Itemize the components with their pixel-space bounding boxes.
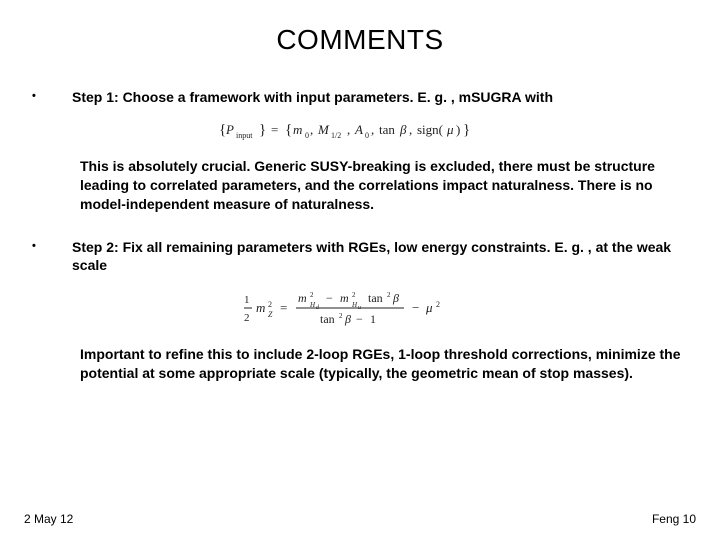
svg-text:1: 1 (244, 294, 250, 306)
footer-attribution: Feng 10 (652, 512, 696, 526)
svg-text:2: 2 (387, 291, 391, 299)
svg-text:P: P (225, 122, 234, 137)
svg-text:2: 2 (436, 300, 440, 309)
svg-text:Z: Z (268, 310, 273, 319)
svg-text:tan: tan (320, 312, 335, 326)
svg-text:−: − (412, 300, 419, 315)
svg-text:}: } (259, 122, 266, 138)
svg-text:,: , (409, 122, 412, 137)
svg-text:2: 2 (339, 312, 343, 320)
footer-date: 2 May 12 (24, 512, 73, 526)
svg-text:1/2: 1/2 (331, 131, 341, 140)
step2-text: Step 2: Fix all remaining parameters wit… (72, 238, 696, 276)
svg-text:=: = (271, 122, 278, 137)
svg-text:β: β (399, 122, 407, 137)
svg-text:tan: tan (379, 122, 395, 137)
svg-text:2: 2 (268, 300, 272, 309)
svg-text:1: 1 (370, 312, 376, 326)
svg-text:0: 0 (305, 131, 309, 140)
list-item: • Step 2: Fix all remaining parameters w… (32, 238, 696, 276)
slide-title: COMMENTS (24, 24, 696, 56)
svg-text:tan: tan (368, 291, 383, 305)
svg-text:{: { (285, 122, 292, 138)
svg-text:m: m (293, 122, 302, 137)
svg-text:m: m (298, 291, 307, 305)
paragraph-1: This is absolutely crucial. Generic SUSY… (80, 157, 696, 214)
svg-text:sign(: sign( (417, 122, 443, 137)
list-item: • Step 1: Choose a framework with input … (32, 88, 696, 107)
bullet-list: • Step 1: Choose a framework with input … (24, 88, 696, 383)
paragraph-2: Important to refine this to include 2-lo… (80, 345, 696, 383)
svg-text:μ: μ (425, 300, 433, 315)
svg-text:2: 2 (244, 312, 250, 324)
svg-text:μ: μ (446, 122, 454, 137)
equation-2: 1 2 m 2 Z = m 2 H d − m 2 H u tan (32, 285, 696, 331)
svg-text:2: 2 (310, 291, 314, 299)
svg-text:M: M (317, 122, 330, 137)
svg-text:,: , (347, 122, 350, 137)
slide-footer: 2 May 12 Feng 10 (24, 512, 696, 526)
bullet-marker: • (32, 88, 72, 102)
svg-text:=: = (280, 300, 287, 315)
svg-text:A: A (354, 122, 363, 137)
svg-text:β: β (344, 312, 351, 326)
svg-text:m: m (256, 300, 265, 315)
svg-text:−: − (326, 291, 333, 305)
svg-text:m: m (340, 291, 349, 305)
svg-text:input: input (236, 131, 253, 140)
svg-text:): ) (456, 122, 460, 137)
svg-text:−: − (356, 312, 363, 326)
svg-text:0: 0 (365, 131, 369, 140)
svg-text:,: , (310, 122, 313, 137)
svg-text:β: β (392, 291, 399, 305)
equation-1: { P input } = { m 0 , M 1/2 , A 0 , tan … (32, 117, 696, 143)
svg-text:2: 2 (352, 291, 356, 299)
step1-text: Step 1: Choose a framework with input pa… (72, 88, 696, 107)
bullet-marker: • (32, 238, 72, 252)
svg-text:}: } (463, 122, 470, 138)
svg-text:,: , (371, 122, 374, 137)
